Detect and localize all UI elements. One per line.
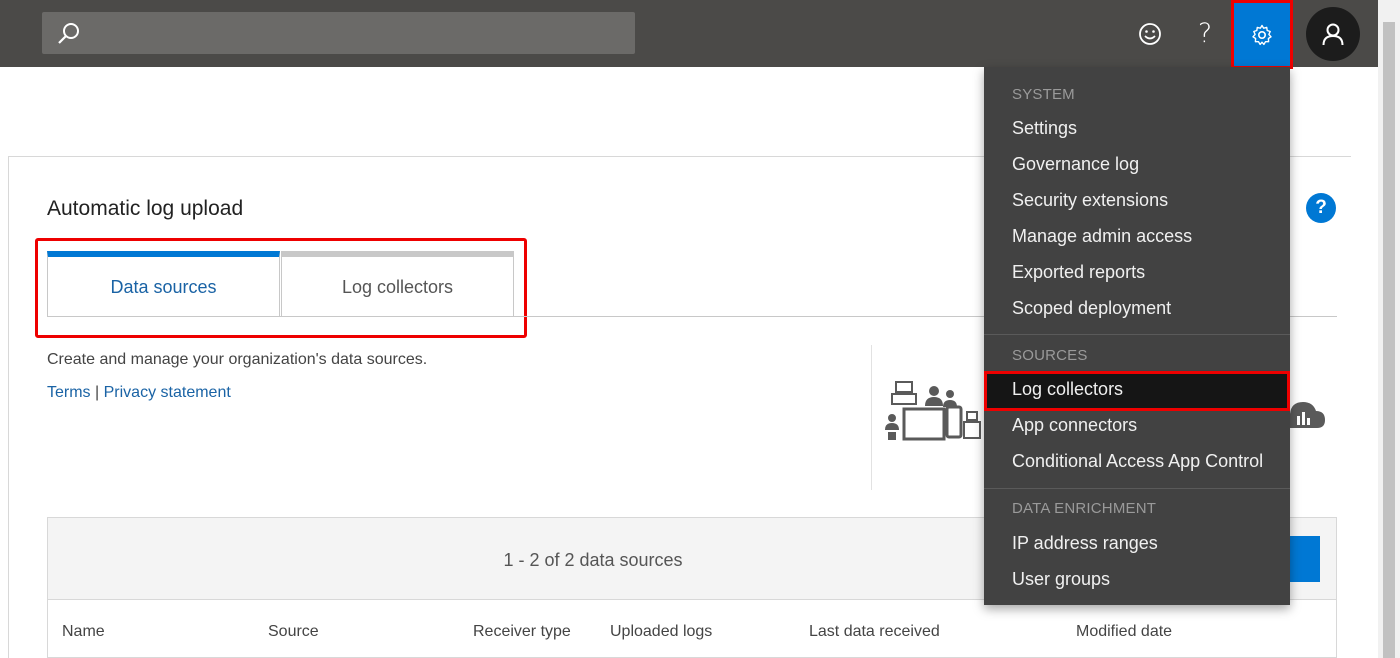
settings-menu: SYSTEM Settings Governance log Security …: [984, 67, 1290, 605]
menu-item-log-collectors[interactable]: Log collectors: [1012, 379, 1123, 400]
menu-item-manage-admin-access[interactable]: Manage admin access: [1012, 226, 1192, 247]
scrollbar-thumb[interactable]: [1383, 22, 1395, 658]
add-data-source-button[interactable]: [1288, 536, 1320, 582]
search-input[interactable]: [42, 12, 635, 54]
link-separator: |: [95, 384, 100, 401]
page-title: Automatic log upload: [47, 197, 244, 220]
menu-section-sources: SOURCES: [1012, 347, 1088, 364]
menu-item-conditional-access-app-control[interactable]: Conditional Access App Control: [1012, 451, 1263, 472]
page-description: Create and manage your organization's da…: [47, 351, 428, 368]
search-icon: [58, 23, 79, 44]
user-icon: [1322, 23, 1344, 46]
menu-item-exported-reports[interactable]: Exported reports: [1012, 262, 1145, 283]
menu-section-data-enrichment: DATA ENRICHMENT: [1012, 500, 1157, 517]
menu-divider: [984, 334, 1290, 335]
user-avatar[interactable]: [1306, 7, 1360, 61]
privacy-link[interactable]: Privacy statement: [104, 384, 231, 401]
footer-links: Terms | Privacy statement: [47, 384, 231, 402]
menu-item-scoped-deployment[interactable]: Scoped deployment: [1012, 298, 1171, 319]
column-header-modified-date[interactable]: Modified date: [1076, 623, 1172, 641]
column-header-receiver-type[interactable]: Receiver type: [473, 623, 571, 641]
top-bar: ?: [0, 0, 1400, 69]
column-header-source[interactable]: Source: [268, 623, 319, 641]
scrollbar[interactable]: [1378, 0, 1400, 658]
smiley-icon[interactable]: [1130, 14, 1170, 54]
tab-log-collectors[interactable]: Log collectors: [281, 251, 514, 317]
terms-link[interactable]: Terms: [47, 384, 91, 401]
devices-illustration-icon: [885, 381, 981, 441]
help-icon[interactable]: ?: [1185, 13, 1225, 53]
column-header-uploaded-logs[interactable]: Uploaded logs: [610, 623, 712, 641]
column-header-last-data-received[interactable]: Last data received: [809, 623, 940, 641]
column-header-name[interactable]: Name: [62, 623, 105, 641]
menu-item-governance-log[interactable]: Governance log: [1012, 154, 1139, 175]
settings-button[interactable]: [1231, 0, 1293, 69]
content-left-border: [8, 156, 9, 658]
menu-item-user-groups[interactable]: User groups: [1012, 569, 1110, 590]
menu-item-ip-address-ranges[interactable]: IP address ranges: [1012, 533, 1158, 554]
menu-section-system: SYSTEM: [1012, 86, 1075, 103]
menu-item-app-connectors[interactable]: App connectors: [1012, 415, 1137, 436]
tab-data-sources[interactable]: Data sources: [47, 251, 280, 317]
gear-icon: [1252, 24, 1272, 45]
results-count: 1 - 2 of 2 data sources: [503, 550, 683, 570]
vertical-separator: [871, 345, 872, 490]
menu-item-security-extensions[interactable]: Security extensions: [1012, 190, 1168, 211]
menu-divider: [984, 488, 1290, 489]
help-badge-icon[interactable]: ?: [1306, 193, 1336, 223]
menu-item-settings[interactable]: Settings: [1012, 118, 1077, 139]
